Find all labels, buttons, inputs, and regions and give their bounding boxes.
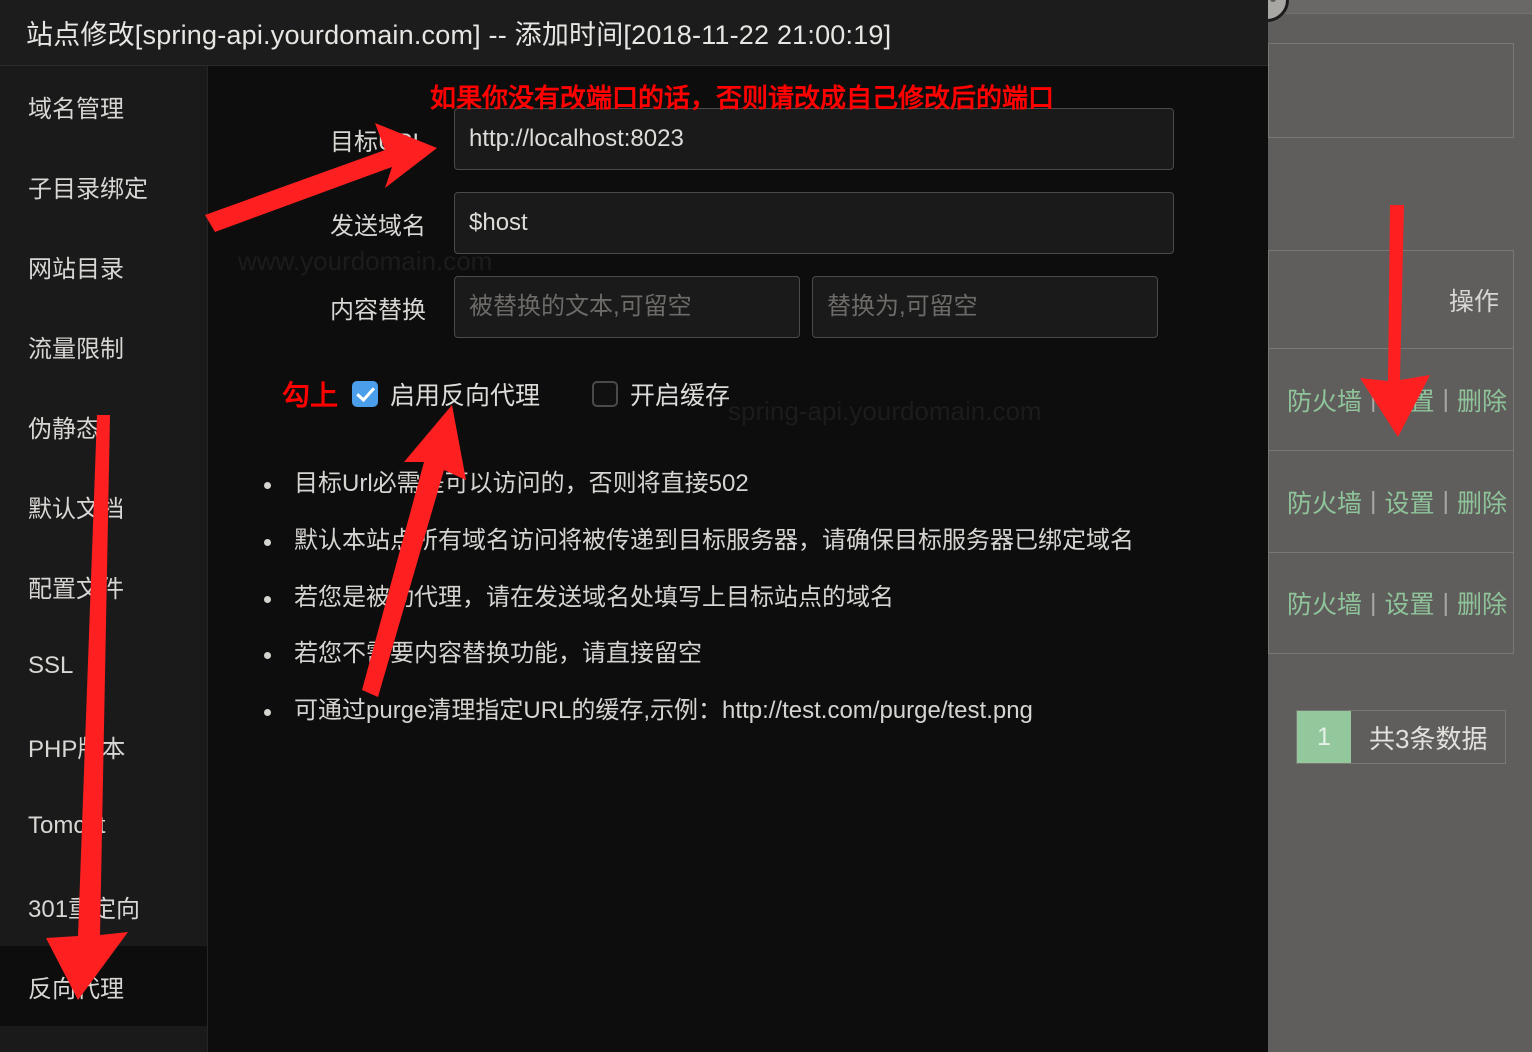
sidebar-item-default-document[interactable]: 默认文档 (0, 466, 207, 546)
sidebar-item-label: 流量限制 (28, 335, 124, 363)
note-item: 可通过purge清理指定URL的缓存,示例：http://test.com/pu… (244, 697, 1268, 726)
reverse-proxy-panel: www.yourdomain.com spring-api.yourdomain… (208, 66, 1268, 1052)
delete-link[interactable]: 删除 (1457, 382, 1507, 418)
enable-cache-checkbox[interactable] (592, 381, 619, 407)
annotation-check-note: 勾上 (282, 380, 339, 411)
pagination-total-count: 共3条数据 (1369, 723, 1488, 754)
background-panel-box (1268, 43, 1514, 138)
link-separator: | (1442, 385, 1450, 413)
modal-body: 域名管理 子目录绑定 网站目录 流量限制 伪静态 默认文档 配置文件 SSL P… (0, 66, 1268, 1052)
sidebar-item-subdirectory-binding[interactable]: 子目录绑定 (0, 146, 207, 226)
sidebar-item-reverse-proxy[interactable]: 反向代理 (0, 946, 207, 1026)
sidebar-item-label: 子目录绑定 (28, 175, 148, 203)
enable-reverse-proxy-label: 启用反向代理 (390, 382, 541, 410)
annotation-port-note: 如果你没有改端口的话，否则请改成自己修改后的端口 (430, 83, 1055, 113)
form-row-target-url: 目标URL (222, 108, 1268, 170)
target-url-label: 目标URL (329, 128, 426, 156)
form-row-content-replace: 内容替换 (222, 276, 1268, 338)
checkbox-row: 勾上 启用反向代理 开启缓存 (222, 374, 1268, 414)
notes-list: 目标Url必需是可以访问的，否则将直接502 默认本站点所有域名访问将被传递到目… (222, 470, 1268, 726)
content-replace-label: 内容替换 (330, 296, 426, 324)
link-separator: | (1370, 385, 1377, 413)
table-row: 防火墙 | 设置 | 删除 (1268, 348, 1514, 450)
enable-reverse-proxy-checkbox[interactable] (352, 381, 379, 407)
reverse-proxy-form: 目标URL 发送域名 内容替换 勾上 (222, 66, 1268, 726)
sidebar-item-site-directory[interactable]: 网站目录 (0, 226, 207, 306)
enable-cache-label: 开启缓存 (630, 382, 731, 410)
send-host-input[interactable] (454, 192, 1174, 254)
sidebar-item-traffic-limit[interactable]: 流量限制 (0, 306, 207, 386)
sidebar-item-301-redirect[interactable]: 301重定向 (0, 866, 207, 946)
table-header-operation: 操作 (1268, 250, 1514, 348)
settings-link[interactable]: 设置 (1385, 484, 1435, 520)
firewall-link[interactable]: 防火墙 (1287, 382, 1362, 418)
link-separator: | (1442, 487, 1450, 515)
sidebar-item-pseudo-static[interactable]: 伪静态 (0, 386, 207, 466)
delete-link[interactable]: 删除 (1457, 484, 1507, 520)
send-host-label: 发送域名 (330, 212, 426, 240)
form-row-send-host: 发送域名 (222, 192, 1268, 254)
site-edit-modal: 站点修改[spring-api.yourdomain.com] -- 添加时间[… (0, 0, 1268, 1052)
screen: 操作 防火墙 | 设置 | 删除 防火墙 | 设置 | 删除 防火墙 | 设置 … (0, 0, 1532, 1052)
sidebar-item-tomcat[interactable]: Tomcat (0, 786, 207, 866)
pagination-page-1[interactable]: 1 (1297, 711, 1351, 763)
table-row: 防火墙 | 设置 | 删除 (1268, 552, 1514, 654)
sidebar-item-config-file[interactable]: 配置文件 (0, 546, 207, 626)
table-row: 防火墙 | 设置 | 删除 (1268, 450, 1514, 552)
target-url-input[interactable] (454, 108, 1174, 170)
content-replace-from-input[interactable] (454, 276, 800, 338)
note-item: 若您不需要内容替换功能，请直接留空 (244, 640, 1268, 669)
link-separator: | (1370, 487, 1377, 515)
note-item: 默认本站点所有域名访问将被传递到目标服务器，请确保目标服务器已绑定域名 (244, 527, 1268, 556)
sidebar-item-label: 伪静态 (28, 415, 100, 443)
firewall-link[interactable]: 防火墙 (1287, 484, 1362, 520)
background-operations-table: 操作 防火墙 | 设置 | 删除 防火墙 | 设置 | 删除 防火墙 | 设置 … (1268, 250, 1514, 690)
sidebar-item-label: 网站目录 (28, 255, 124, 283)
firewall-link[interactable]: 防火墙 (1287, 585, 1362, 621)
sidebar-item-label: PHP版本 (28, 735, 126, 763)
sidebar-item-ssl[interactable]: SSL (0, 626, 207, 706)
note-item: 目标Url必需是可以访问的，否则将直接502 (244, 470, 1268, 499)
delete-link[interactable]: 删除 (1457, 585, 1507, 621)
sidebar-item-label: Tomcat (28, 812, 106, 839)
content-replace-to-input[interactable] (812, 276, 1158, 338)
modal-title: 站点修改[spring-api.yourdomain.com] -- 添加时间[… (0, 0, 1268, 66)
sidebar-item-label: 配置文件 (28, 575, 124, 603)
sidebar-item-label: 反向代理 (28, 975, 124, 1003)
link-separator: | (1442, 588, 1450, 617)
sidebar-item-label: 默认文档 (28, 495, 124, 523)
sidebar-item-label: 301重定向 (28, 895, 141, 923)
sidebar-item-php-version[interactable]: PHP版本 (0, 706, 207, 786)
pagination: 1 共3条数据 (1296, 710, 1507, 764)
sidebar-item-label: SSL (28, 652, 74, 679)
settings-link[interactable]: 设置 (1385, 382, 1435, 418)
sidebar-item-label: 域名管理 (28, 95, 124, 123)
modal-sidebar: 域名管理 子目录绑定 网站目录 流量限制 伪静态 默认文档 配置文件 SSL P… (0, 66, 208, 1052)
note-item: 若您是被动代理，请在发送域名处填写上目标站点的域名 (244, 584, 1268, 613)
sidebar-item-domain-management[interactable]: 域名管理 (0, 66, 207, 146)
link-separator: | (1370, 588, 1377, 617)
settings-link[interactable]: 设置 (1385, 585, 1435, 621)
